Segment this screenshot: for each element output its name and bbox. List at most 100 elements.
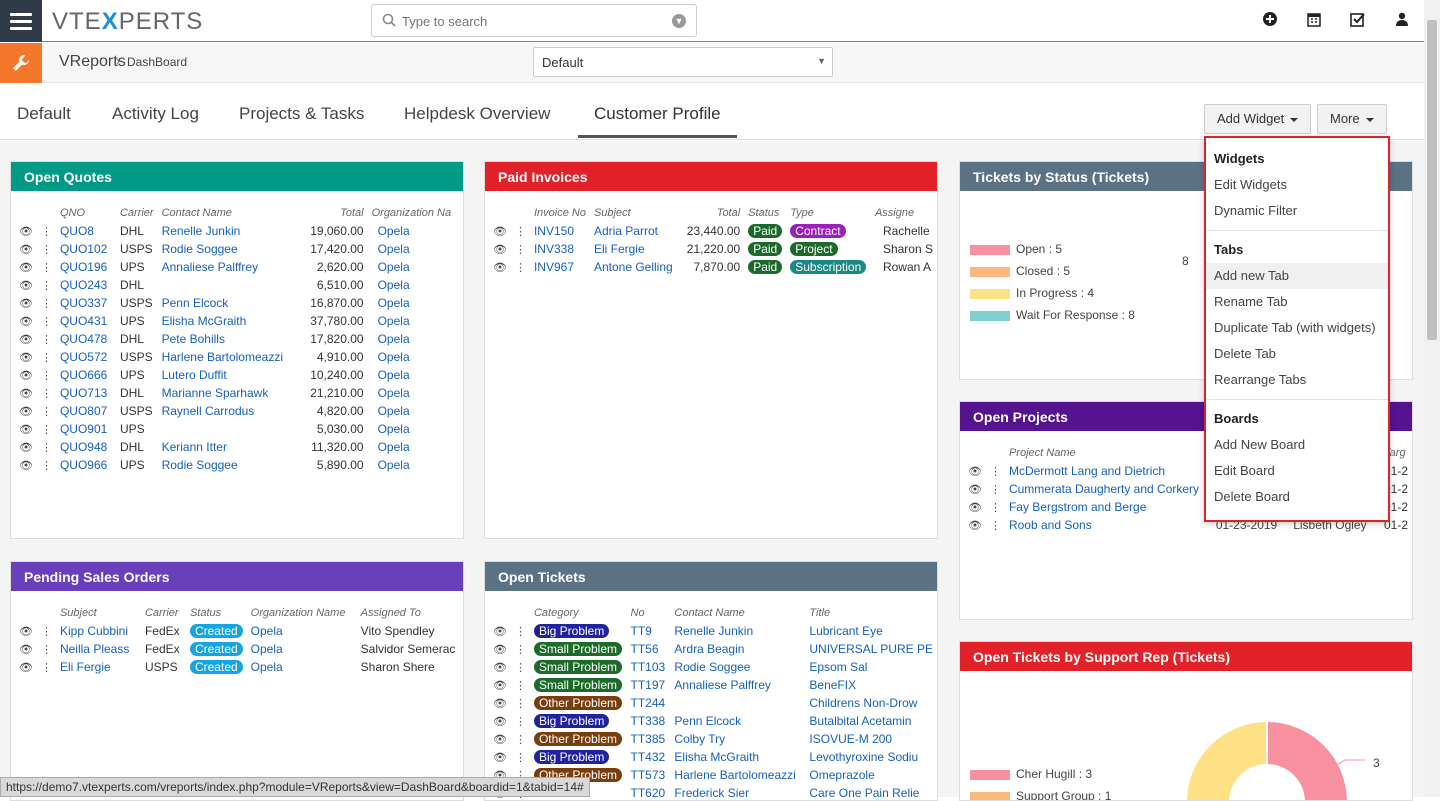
tab-helpdesk-overview[interactable]: Helpdesk Overview xyxy=(404,104,550,135)
project-link[interactable]: Fay Bergstrom and Berge xyxy=(1009,500,1146,514)
invoice-link[interactable]: INV150 xyxy=(534,224,574,238)
column-header[interactable]: Status xyxy=(186,604,247,622)
table-row[interactable]: 👁 ⋮ QUO713 DHL Marianne Sparhawk 21,210.00 Ope… xyxy=(11,384,458,402)
eye-icon[interactable]: 👁 xyxy=(17,406,35,418)
project-link[interactable]: McDermott Lang and Dietrich xyxy=(1009,464,1165,478)
more-vertical-icon[interactable]: ⋮ xyxy=(513,244,528,256)
search-input[interactable] xyxy=(402,11,662,31)
contact-link[interactable]: Annaliese Palffrey xyxy=(162,260,259,274)
contact-name[interactable]: Keriann Itter xyxy=(158,438,298,456)
table-row[interactable]: 👁 ⋮ QUO807 USPS Raynell Carrodus 4,820.00 Opel… xyxy=(11,402,458,420)
more-vertical-icon[interactable]: ⋮ xyxy=(39,262,54,274)
eye-icon[interactable]: 👁 xyxy=(491,752,509,764)
tab-default[interactable]: Default xyxy=(17,104,71,135)
quote-link[interactable]: QUO478 xyxy=(60,332,107,346)
quote-number[interactable]: QUO337 xyxy=(56,294,116,312)
eye-icon[interactable]: 👁 xyxy=(966,520,984,532)
invoice-link[interactable]: INV967 xyxy=(534,260,574,274)
contact-name[interactable]: Annaliese Palffrey xyxy=(158,258,298,276)
quote-link[interactable]: QUO431 xyxy=(60,314,107,328)
organization[interactable]: Opela xyxy=(368,366,458,384)
more-vertical-icon[interactable]: ⋮ xyxy=(39,406,54,418)
ticket-title[interactable]: Epsom Sal xyxy=(805,658,937,676)
contact-link[interactable]: Penn Elcock xyxy=(674,714,741,728)
title-link[interactable]: Lubricant Eye xyxy=(809,624,882,638)
more-vertical-icon[interactable]: ⋮ xyxy=(513,680,528,692)
menu-item-delete-tab[interactable]: Delete Tab xyxy=(1206,341,1388,367)
menu-item-rearrange-tabs[interactable]: Rearrange Tabs xyxy=(1206,367,1388,393)
eye-icon[interactable]: 👁 xyxy=(966,466,984,478)
contact-link[interactable]: Keriann Itter xyxy=(162,440,227,454)
widget-title[interactable]: Paid Invoices xyxy=(485,162,937,191)
column-header[interactable]: Contact Name xyxy=(158,204,298,222)
quote-number[interactable]: QUO243 xyxy=(56,276,116,294)
ticket-title[interactable]: BeneFIX xyxy=(805,676,937,694)
eye-icon[interactable]: 👁 xyxy=(17,370,35,382)
widget-title[interactable]: Open Tickets xyxy=(485,562,937,591)
eye-icon[interactable]: 👁 xyxy=(491,244,509,256)
ticket-link[interactable]: TT620 xyxy=(631,786,666,800)
organization[interactable]: Opela xyxy=(368,240,458,258)
tab-projects-tasks[interactable]: Projects & Tasks xyxy=(239,104,364,135)
organization-link[interactable]: Opela xyxy=(251,642,283,656)
ticket-link[interactable]: TT197 xyxy=(631,678,666,692)
table-row[interactable]: 👁 ⋮ QUO337 USPS Penn Elcock 16,870.00 Opela xyxy=(11,294,458,312)
contact-name[interactable]: Colby Try xyxy=(670,730,805,748)
eye-icon[interactable]: 👁 xyxy=(17,644,35,656)
ticket-number[interactable]: TT620 xyxy=(627,784,671,800)
more-vertical-icon[interactable]: ⋮ xyxy=(39,644,54,656)
contact-link[interactable]: Harlene Bartolomeazzi xyxy=(674,768,795,782)
contact-link[interactable]: Harlene Bartolomeazzi xyxy=(162,350,283,364)
column-header[interactable]: Assigned To xyxy=(357,604,460,622)
quote-number[interactable]: QUO948 xyxy=(56,438,116,456)
quote-link[interactable]: QUO337 xyxy=(60,296,107,310)
more-vertical-icon[interactable]: ⋮ xyxy=(39,244,54,256)
subject-link[interactable]: Eli Fergie xyxy=(60,660,111,674)
more-vertical-icon[interactable]: ⋮ xyxy=(39,280,54,292)
contact-name[interactable]: Penn Elcock xyxy=(158,294,298,312)
contact-name[interactable]: Frederick Sier xyxy=(670,784,805,800)
table-row[interactable]: 👁 ⋮ Kipp Cubbini FedEx Created Opela Vito Spen… xyxy=(11,622,459,640)
organization[interactable]: Opela xyxy=(368,330,458,348)
table-row[interactable]: 👁 ⋮ Eli Fergie USPS Created Opela Sharon Shere xyxy=(11,658,459,676)
eye-icon[interactable]: 👁 xyxy=(17,424,35,436)
column-header[interactable]: Carrier xyxy=(141,604,186,622)
subject-link[interactable]: Antone Gelling xyxy=(594,260,673,274)
eye-icon[interactable]: 👁 xyxy=(491,262,509,274)
organization-link[interactable]: Opela xyxy=(251,660,283,674)
more-vertical-icon[interactable]: ⋮ xyxy=(988,520,1003,532)
contact-link[interactable]: Rodie Soggee xyxy=(674,660,750,674)
more-vertical-icon[interactable]: ⋮ xyxy=(513,262,528,274)
title-link[interactable]: BeneFIX xyxy=(809,678,856,692)
table-row[interactable]: 👁 ⋮ Big Problem TT338 Penn Elcock Butalbital … xyxy=(485,712,937,730)
more-vertical-icon[interactable]: ⋮ xyxy=(39,626,54,638)
more-vertical-icon[interactable]: ⋮ xyxy=(988,466,1003,478)
organization[interactable]: Opela xyxy=(368,420,458,438)
widget-title[interactable]: Open Tickets by Support Rep (Tickets) xyxy=(960,642,1412,671)
ticket-title[interactable]: UNIVERSAL PURE PE xyxy=(805,640,937,658)
organization-link[interactable]: Opela xyxy=(378,242,410,256)
ticket-title[interactable]: Lubricant Eye xyxy=(805,622,937,640)
more-vertical-icon[interactable]: ⋮ xyxy=(988,484,1003,496)
contact-link[interactable]: Lutero Duffit xyxy=(162,368,227,382)
organization[interactable]: Opela xyxy=(368,294,458,312)
column-header[interactable]: Total xyxy=(677,204,745,222)
organization-link[interactable]: Opela xyxy=(378,260,410,274)
quote-link[interactable]: QUO713 xyxy=(60,386,107,400)
column-header[interactable]: Invoice No xyxy=(530,204,590,222)
table-row[interactable]: 👁 ⋮ QUO966 UPS Rodie Soggee 5,890.00 Opela xyxy=(11,456,458,474)
more-vertical-icon[interactable]: ⋮ xyxy=(39,334,54,346)
contact-name[interactable]: Renelle Junkin xyxy=(158,222,298,240)
calendar-icon[interactable] xyxy=(1304,12,1324,32)
eye-icon[interactable]: 👁 xyxy=(17,316,35,328)
subject-link[interactable]: Neilla Pleass xyxy=(60,642,129,656)
ticket-link[interactable]: TT432 xyxy=(631,750,666,764)
table-row[interactable]: 👁 ⋮ INV338 Eli Fergie 21,220.00 Paid Project Sh… xyxy=(485,240,937,258)
eye-icon[interactable]: 👁 xyxy=(17,280,35,292)
eye-icon[interactable]: 👁 xyxy=(491,626,509,638)
contact-name[interactable]: Rodie Soggee xyxy=(158,456,298,474)
quote-link[interactable]: QUO807 xyxy=(60,404,107,418)
organization-link[interactable]: Opela xyxy=(378,422,410,436)
column-header[interactable]: Subject xyxy=(56,604,141,622)
contact-link[interactable]: Renelle Junkin xyxy=(674,624,753,638)
